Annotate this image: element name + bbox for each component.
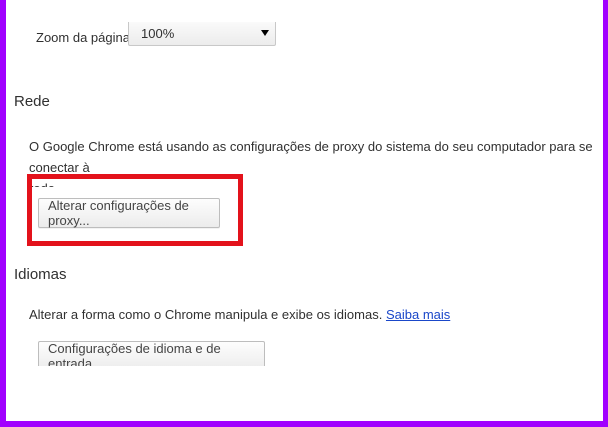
settings-page: Zoom da página: 100% Rede O Google Chrom… (6, 0, 603, 421)
section-heading-idiomas: Idiomas (14, 266, 67, 283)
zoom-select[interactable]: 100% (128, 22, 276, 46)
section-heading-rede: Rede (14, 93, 50, 110)
highlight-box (27, 174, 243, 246)
learn-more-link[interactable]: Saiba mais (386, 307, 450, 322)
rede-description-line-1: O Google Chrome está usando as configura… (29, 139, 593, 175)
chevron-down-icon (261, 30, 269, 36)
zoom-label: Zoom da página: (36, 29, 134, 45)
idiomas-description-text: Alterar a forma como o Chrome manipula e… (29, 307, 383, 322)
zoom-select-value: 100% (141, 26, 175, 41)
content-area (6, 366, 603, 421)
idiomas-description: Alterar a forma como o Chrome manipula e… (29, 304, 450, 325)
